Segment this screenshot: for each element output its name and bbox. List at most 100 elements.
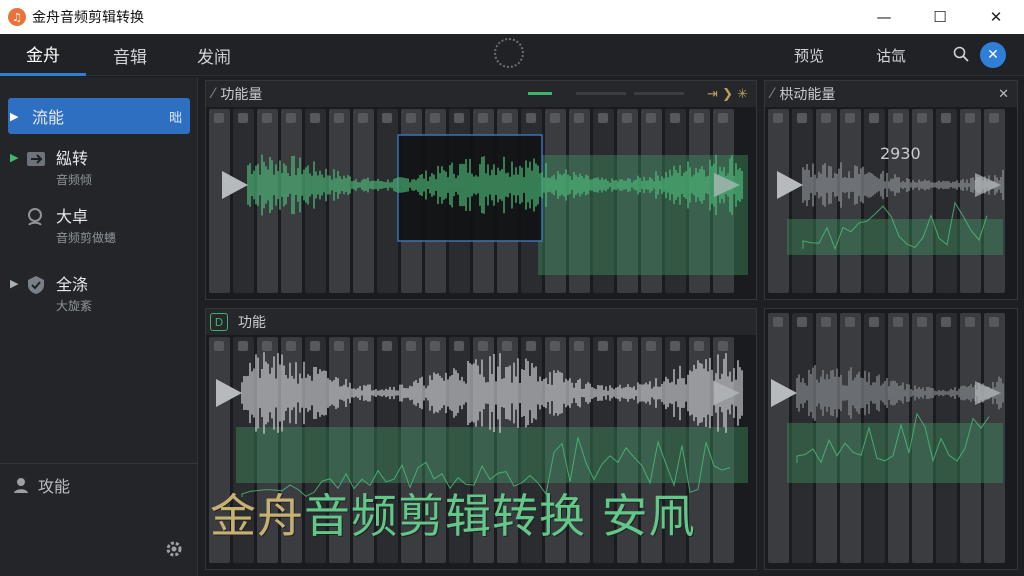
tool-button-icon[interactable] [262, 341, 272, 351]
tool-button-icon[interactable] [797, 113, 807, 123]
waveform-top-right[interactable] [767, 109, 1015, 297]
tool-button-icon[interactable] [821, 317, 831, 327]
waveform-top-left[interactable] [208, 109, 754, 297]
tool-button-icon[interactable] [238, 113, 248, 123]
tool-button-icon[interactable] [478, 113, 488, 123]
selection-region[interactable] [787, 219, 1003, 255]
sidebar-footer-label: 攻能 [38, 477, 71, 496]
convert-icon [27, 152, 45, 166]
tool-button-icon[interactable] [526, 341, 536, 351]
track-key [864, 109, 885, 293]
search-icon[interactable] [953, 46, 969, 62]
maximize-button[interactable]: ☐ [912, 0, 968, 34]
tool-button-icon[interactable] [286, 341, 296, 351]
tool-button-icon[interactable] [550, 341, 560, 351]
tool-button-icon[interactable] [718, 113, 728, 123]
tool-button-icon[interactable] [989, 317, 999, 327]
tool-button-icon[interactable] [430, 113, 440, 123]
tool-button-icon[interactable] [941, 113, 951, 123]
tool-button-icon[interactable] [773, 113, 783, 123]
tool-button-icon[interactable] [310, 341, 320, 351]
sidebar-item-liuneng[interactable]: ▶ 流能 昢 [8, 98, 190, 134]
tool-button-icon[interactable] [622, 113, 632, 123]
tool-button-icon[interactable] [694, 113, 704, 123]
tool-button-icon[interactable] [797, 317, 807, 327]
tool-button-icon[interactable] [454, 341, 464, 351]
tool-button-icon[interactable] [598, 113, 608, 123]
sidebar-item-dazhuo[interactable]: 大卓 音频剪做蟪 [8, 203, 190, 259]
tool-button-icon[interactable] [430, 341, 440, 351]
track-key [209, 109, 230, 293]
tool-button-icon[interactable] [646, 113, 656, 123]
tool-button-icon[interactable] [334, 113, 344, 123]
tool-button-icon[interactable] [358, 341, 368, 351]
tab-yinji[interactable]: 音辑 [88, 34, 172, 76]
tool-button-icon[interactable] [502, 113, 512, 123]
panel-nav-icons[interactable]: ⇥ ❯ ✳ [707, 87, 748, 102]
tool-button-icon[interactable] [526, 113, 536, 123]
tool-button-icon[interactable] [965, 317, 975, 327]
sidebar-item-badge: 昢 [168, 111, 182, 126]
tool-button-icon[interactable] [406, 113, 416, 123]
tool-button-icon[interactable] [550, 113, 560, 123]
selection-region[interactable] [787, 423, 1003, 483]
waveform-bottom-right[interactable] [767, 313, 1015, 567]
tool-button-icon[interactable] [869, 317, 879, 327]
tab-jinzhou[interactable]: 金舟 [0, 34, 86, 76]
tab-fanao[interactable]: 发闹 [174, 34, 254, 76]
tool-button-icon[interactable] [965, 113, 975, 123]
tool-button-icon[interactable] [670, 113, 680, 123]
gear-icon[interactable] [164, 539, 184, 559]
tool-button-icon[interactable] [574, 113, 584, 123]
tool-button-icon[interactable] [238, 341, 248, 351]
tool-button-icon[interactable] [989, 113, 999, 123]
close-window-button[interactable]: ✕ [968, 0, 1024, 34]
nav-preview[interactable]: 预览 [794, 34, 824, 76]
tool-button-icon[interactable] [893, 113, 903, 123]
tool-button-icon[interactable] [262, 113, 272, 123]
tool-button-icon[interactable] [382, 341, 392, 351]
tool-button-icon[interactable] [574, 341, 584, 351]
selection-region[interactable] [236, 427, 748, 483]
tool-button-icon[interactable] [670, 341, 680, 351]
close-icon[interactable]: ✕ [998, 87, 1009, 102]
panel-toggle-icon[interactable]: D [210, 313, 228, 331]
tool-button-icon[interactable] [773, 317, 783, 327]
tool-button-icon[interactable] [821, 113, 831, 123]
tool-button-icon[interactable] [646, 341, 656, 351]
tool-button-icon[interactable] [382, 113, 392, 123]
tool-button-icon[interactable] [598, 341, 608, 351]
track-key [329, 109, 350, 293]
tool-button-icon[interactable] [917, 113, 927, 123]
tool-button-icon[interactable] [502, 341, 512, 351]
sidebar-item-label: 紭转 [56, 149, 89, 168]
sidebar-item-quandi[interactable]: ▶ 全涤 大旋紊 [8, 271, 190, 327]
tool-button-icon[interactable] [334, 341, 344, 351]
tool-button-icon[interactable] [358, 113, 368, 123]
tool-button-icon[interactable] [845, 113, 855, 123]
tool-button-icon[interactable] [622, 341, 632, 351]
sidebar: ▶ 流能 昢 ▶ 紭转 音频倾 大卓 音频剪做蟪 ▶ 全涤 大旋紊 攻能 [0, 77, 198, 576]
tool-button-icon[interactable] [941, 317, 951, 327]
nav-settings[interactable]: 诂氙 [876, 34, 906, 76]
tool-button-icon[interactable] [214, 341, 224, 351]
tool-button-icon[interactable] [214, 113, 224, 123]
sidebar-item-hongzhuan[interactable]: ▶ 紭转 音频倾 [8, 145, 190, 201]
tool-button-icon[interactable] [845, 317, 855, 327]
tool-button-icon[interactable] [694, 341, 704, 351]
tool-button-icon[interactable] [917, 317, 927, 327]
watermark-part2: 音频剪辑转换 安凧 [304, 489, 696, 543]
app-logo-icon: ♫ [8, 8, 26, 26]
tool-button-icon[interactable] [478, 341, 488, 351]
tool-button-icon[interactable] [869, 113, 879, 123]
tool-button-icon[interactable] [310, 113, 320, 123]
tool-button-icon[interactable] [286, 113, 296, 123]
sidebar-footer-item[interactable]: 攻能 [12, 473, 70, 497]
tool-button-icon[interactable] [718, 341, 728, 351]
watermark-part1: 金舟 [210, 489, 304, 543]
close-circle-button[interactable]: ✕ [980, 42, 1006, 68]
minimize-button[interactable]: — [856, 0, 912, 34]
tool-button-icon[interactable] [893, 317, 903, 327]
tool-button-icon[interactable] [454, 113, 464, 123]
tool-button-icon[interactable] [406, 341, 416, 351]
